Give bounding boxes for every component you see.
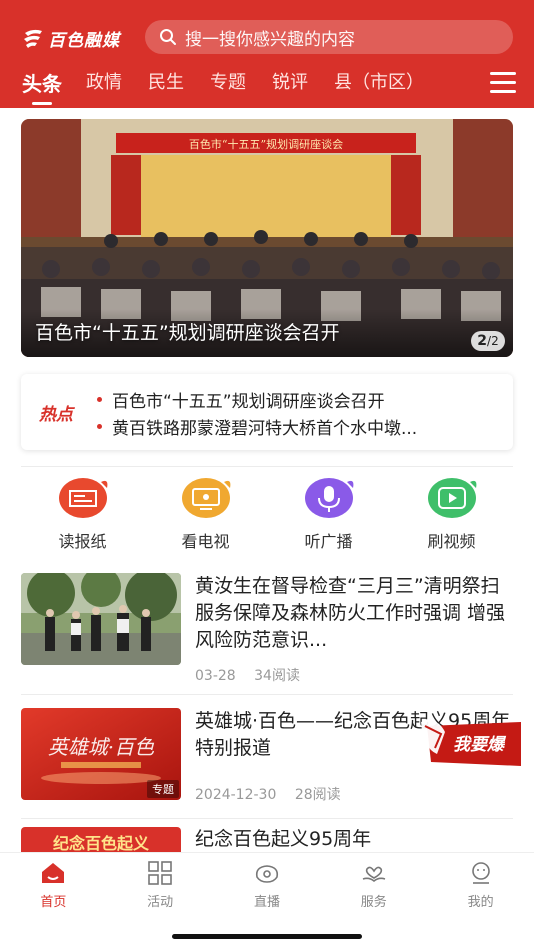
- nav-label: 首页: [40, 895, 67, 910]
- search-bar[interactable]: 搜一搜你感兴趣的内容: [145, 20, 513, 54]
- hot-item[interactable]: 黄百铁路那蒙澄碧河特大桥首个水中墩...: [97, 413, 497, 440]
- topic-tag: 专题: [147, 780, 179, 798]
- app-logo[interactable]: 百色融媒: [22, 24, 120, 52]
- hot-item-text: 百色市“十五五”规划调研座谈会召开: [112, 392, 385, 412]
- news-thumbnail: 纪念百色起义: [21, 827, 181, 852]
- news-title: 黄汝生在督导检查“三月三”清明祭扫服务保障及森林防火工作时强调 增强风险防范意识…: [195, 575, 506, 651]
- nav-home[interactable]: 首页: [13, 861, 93, 910]
- hot-item[interactable]: 百色市“十五五”规划调研座谈会召开: [97, 386, 497, 413]
- home-icon: [42, 863, 65, 883]
- profile-icon: [471, 862, 490, 884]
- nav-live[interactable]: 直播: [227, 861, 307, 910]
- news-reads: 34阅读: [254, 668, 300, 684]
- news-item[interactable]: 纪念百色起义 纪念百色起义95周年: [21, 827, 513, 852]
- quick-link-label: 读报纸: [58, 532, 107, 551]
- news-reads: 28阅读: [294, 787, 341, 803]
- quick-link-label: 听广播: [304, 532, 353, 551]
- news-date: 2024-12-30: [195, 787, 277, 803]
- quick-links: 读报纸 看电视 听广播 刷视频: [21, 476, 513, 556]
- tab-counties[interactable]: 县（市区）: [334, 68, 424, 94]
- hot-item-text: 黄百铁路那蒙澄碧河特大桥首个水中墩...: [112, 419, 418, 439]
- banner-carousel[interactable]: 百色市“十五五”规划调研座谈会 百色市“十五五”规划调研座谈会召开 2/2: [21, 119, 513, 357]
- nav-service[interactable]: 服务: [334, 861, 414, 910]
- news-title: 纪念百色起义95周年: [195, 828, 372, 850]
- nav-profile[interactable]: 我的: [441, 861, 521, 910]
- quick-link-radio[interactable]: 听广播: [279, 476, 379, 556]
- news-thumbnail: [21, 573, 181, 665]
- nav-label: 我的: [467, 895, 494, 910]
- nav-label: 活动: [147, 895, 174, 910]
- search-placeholder: 搜一搜你感兴趣的内容: [185, 29, 355, 50]
- news-thumbnail: 英雄城·百色 专题: [21, 708, 181, 800]
- tab-livelihood[interactable]: 民生: [148, 68, 184, 94]
- news-date: 03-28: [195, 668, 236, 684]
- tv-icon: [181, 478, 230, 518]
- report-badge-button[interactable]: 我要爆: [417, 718, 521, 770]
- home-indicator: [172, 934, 362, 939]
- grid-icon: [148, 861, 172, 885]
- news-thumb-text: 英雄城·百色: [48, 735, 155, 759]
- divider: [21, 694, 513, 695]
- news-item[interactable]: 黄汝生在督导检查“三月三”清明祭扫服务保障及森林防火工作时强调 增强风险防范意识…: [21, 573, 513, 685]
- tab-topics[interactable]: 专题: [210, 68, 246, 94]
- logo-text: 百色融媒: [48, 30, 120, 51]
- banner-page-total: /2: [487, 334, 499, 348]
- tab-commentary[interactable]: 锐评: [272, 68, 308, 94]
- quick-link-label: 刷视频: [427, 532, 476, 551]
- banner-page-indicator: 2/2: [471, 331, 505, 351]
- hot-list: 百色市“十五五”规划调研座谈会召开 黄百铁路那蒙澄碧河特大桥首个水中墩...: [97, 386, 497, 440]
- quick-link-label: 看电视: [181, 532, 230, 551]
- banner-page-current: 2: [477, 333, 488, 349]
- nav-activity[interactable]: 活动: [120, 861, 200, 910]
- banner-caption: 百色市“十五五”规划调研座谈会召开: [35, 322, 340, 344]
- video-icon: [427, 478, 476, 518]
- tab-politics[interactable]: 政情: [86, 68, 122, 94]
- banner-image-text: 百色市“十五五”规划调研座谈会: [189, 137, 343, 151]
- bullet-dot-icon: [97, 397, 102, 402]
- channel-tabs: 头条 政情 民生 专题 锐评 县（市区）: [22, 68, 450, 105]
- radio-icon: [304, 478, 353, 518]
- news-meta: 03-28 34阅读: [195, 665, 314, 685]
- tab-headline[interactable]: 头条: [22, 68, 62, 105]
- heart-hand-icon: [362, 866, 386, 883]
- quick-link-tv[interactable]: 看电视: [156, 476, 256, 556]
- bullet-dot-icon: [97, 424, 102, 429]
- divider: [21, 818, 513, 819]
- news-thumb-text: 纪念百色起义: [53, 834, 149, 852]
- live-icon: [255, 865, 279, 883]
- menu-icon[interactable]: [490, 72, 516, 94]
- report-badge-text: 我要爆: [453, 735, 507, 755]
- top-header: 百色融媒 搜一搜你感兴趣的内容 头条 政情 民生 专题 锐评 县（市区）: [0, 0, 534, 108]
- quick-link-newspaper[interactable]: 读报纸: [33, 476, 133, 556]
- divider: [21, 466, 513, 467]
- search-icon: [160, 29, 176, 45]
- logo-icon: [24, 29, 42, 48]
- quick-link-video[interactable]: 刷视频: [402, 476, 502, 556]
- nav-label: 直播: [253, 895, 280, 910]
- nav-label: 服务: [360, 895, 387, 910]
- hot-label: 热点: [39, 405, 73, 425]
- hot-news-box: 热点 百色市“十五五”规划调研座谈会召开 黄百铁路那蒙澄碧河特大桥首个水中墩..…: [21, 374, 513, 450]
- news-meta: 2024-12-30 28阅读: [195, 784, 355, 804]
- newspaper-icon: [58, 478, 107, 518]
